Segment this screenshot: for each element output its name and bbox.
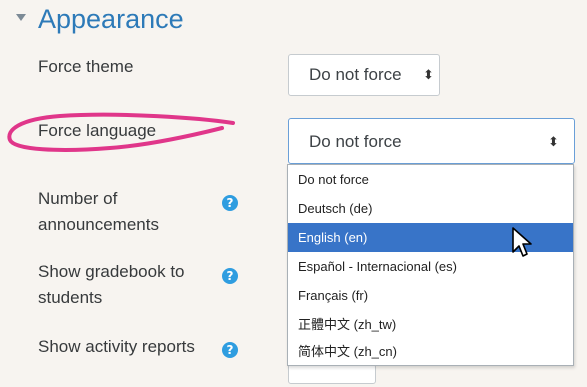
pink-ellipse-annotation [7,112,235,152]
force-language-value: Do not force [309,132,402,151]
help-icon[interactable]: ? [222,342,238,358]
mouse-pointer-icon [512,227,532,257]
option-zh-cn[interactable]: 简体中文 (zh_cn) [288,337,573,366]
help-icon[interactable]: ? [222,195,238,211]
option-francais[interactable]: Français (fr) [288,281,573,310]
force-language-select[interactable]: Do not force ⬍ [288,118,575,164]
option-do-not-force[interactable]: Do not force [288,165,573,194]
sort-arrows-icon: ⬍ [548,134,559,149]
sort-arrows-icon: ⬍ [423,67,434,82]
section-title[interactable]: Appearance [38,4,184,35]
force-theme-label: Force theme [38,57,134,76]
show-activity-reports-label: Show activity reports [38,337,195,356]
section-collapse-icon[interactable] [16,14,26,21]
option-zh-tw[interactable]: 正體中文 (zh_tw) [288,310,573,339]
number-of-announcements-label: Number of announcements [38,189,159,234]
force-theme-value: Do not force [309,65,402,84]
language-dropdown-list[interactable]: Do not force Deutsch (de) English (en) E… [287,164,574,366]
force-theme-select[interactable]: Do not force ⬍ [288,54,440,96]
help-icon[interactable]: ? [222,268,238,284]
show-activity-reports-select[interactable] [288,364,376,384]
show-gradebook-label: Show gradebook to students [38,262,185,307]
option-deutsch[interactable]: Deutsch (de) [288,194,573,223]
